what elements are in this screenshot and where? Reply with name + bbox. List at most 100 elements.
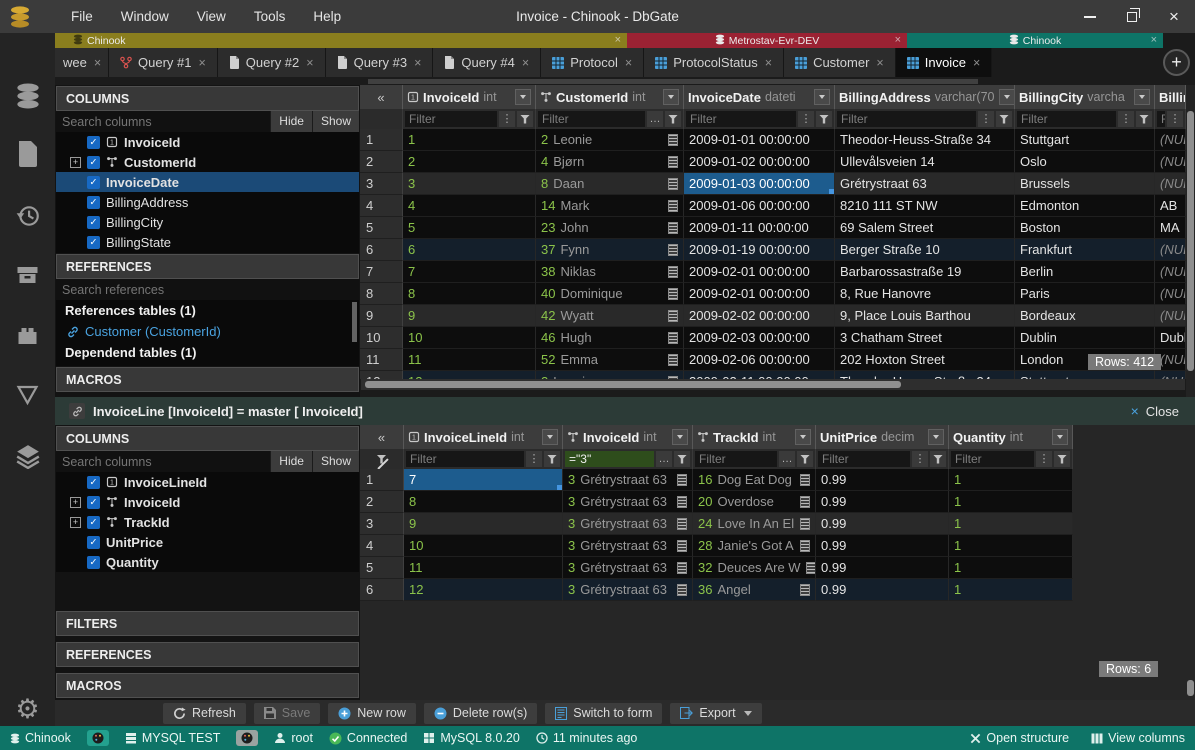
grid-cell[interactable]: 46Hugh [536, 327, 684, 349]
menu-help[interactable]: Help [299, 0, 355, 33]
grid-cell[interactable]: Edmonton [1015, 195, 1155, 217]
close-tab-icon[interactable]: × [198, 56, 205, 70]
filter-menu-icon[interactable]: … [647, 111, 663, 127]
grid-cell[interactable]: Dublin [1155, 327, 1186, 349]
grid-cell[interactable]: 10 [404, 535, 563, 557]
column-header-invoiceid[interactable]: 1 InvoiceId int [403, 85, 536, 109]
grid-cell[interactable]: 7 [404, 469, 563, 491]
filter-funnel-icon[interactable] [517, 111, 533, 127]
tab-protocol[interactable]: Protocol× [541, 48, 644, 77]
grid-cell[interactable]: 1 [949, 513, 1073, 535]
column-menu-button[interactable] [672, 429, 688, 445]
grid-cell[interactable]: 1 [949, 535, 1073, 557]
master-horizontal-scrollbar[interactable] [361, 379, 1185, 390]
menu-file[interactable]: File [57, 0, 107, 33]
grid-cell[interactable]: 3Grétrystraat 63 [563, 579, 693, 601]
grid-cell[interactable]: Berger Straße 10 [835, 239, 1015, 261]
open-reference-icon[interactable] [800, 584, 810, 596]
search-references-input[interactable] [56, 279, 359, 300]
close-tab-icon[interactable]: × [625, 56, 632, 70]
nav-databases-icon[interactable] [0, 83, 55, 109]
table-row[interactable]: 173Grétrystraat 6316Dog Eat Dog0.991 [360, 469, 1073, 491]
column-checkbox[interactable]: ✓ [87, 176, 100, 189]
table-row[interactable]: 283Grétrystraat 6320Overdose0.991 [360, 491, 1073, 513]
filter-funnel-icon[interactable] [544, 451, 560, 467]
grid-cell[interactable]: (NULL) [1155, 261, 1186, 283]
grid-cell[interactable]: (NULL) [1155, 239, 1186, 261]
filter-menu-icon[interactable]: ⋮ [1167, 111, 1183, 127]
open-reference-icon[interactable] [668, 178, 678, 190]
column-list-item-unitprice[interactable]: + ✓ UnitPrice [56, 532, 359, 552]
grid-cell[interactable]: 9, Place Louis Barthou [835, 305, 1015, 327]
row-number[interactable]: 6 [360, 239, 403, 261]
open-reference-icon[interactable] [668, 332, 678, 344]
table-row[interactable]: 4414Mark2009-01-06 00:00:008210 111 ST N… [360, 195, 1186, 217]
grid-cell[interactable]: 1 [949, 469, 1073, 491]
export-button[interactable]: Export [670, 703, 761, 724]
grid-cell[interactable]: 8Daan [536, 173, 684, 195]
column-header-billingaddress[interactable]: BillingAddress varchar(70 [835, 85, 1015, 109]
close-tab-icon[interactable]: × [973, 56, 980, 70]
grid-cell[interactable]: Bordeaux [1015, 305, 1155, 327]
tab-group-1[interactable]: Metrostav-Evr-DEV × [627, 33, 907, 48]
grid-cell[interactable]: 10 [403, 327, 536, 349]
grid-cell[interactable]: 202 Hoxton Street [835, 349, 1015, 371]
open-reference-icon[interactable] [668, 266, 678, 278]
grid-cell[interactable]: 0.99 [816, 579, 949, 601]
grid-cell[interactable]: 28Janie's Got A [693, 535, 816, 557]
grid-cell[interactable]: 2009-02-01 00:00:00 [684, 283, 835, 305]
nav-layers-icon[interactable] [0, 443, 55, 469]
tab-group-2[interactable]: Chinook × [907, 33, 1163, 48]
column-list-item-billingaddress[interactable]: + ✓ BillingAddress [56, 192, 359, 212]
grid-cell[interactable]: 3Grétrystraat 63 [563, 513, 693, 535]
status-11-minutes-ago[interactable]: 11 minutes ago [536, 731, 638, 745]
grid-cell[interactable]: 14Mark [536, 195, 684, 217]
grid-cell[interactable]: (NULL) [1155, 173, 1186, 195]
grid-cell[interactable]: 7 [403, 261, 536, 283]
filter-funnel-icon[interactable] [930, 451, 946, 467]
tab-query-4[interactable]: Query #4× [433, 48, 541, 77]
grid-cell[interactable]: Dublin [1015, 327, 1155, 349]
grid-cell[interactable]: Ullevålsveien 14 [835, 151, 1015, 173]
grid-cell[interactable]: 3Grétrystraat 63 [563, 535, 693, 557]
grid-cell[interactable]: 2009-01-02 00:00:00 [684, 151, 835, 173]
table-row[interactable]: 8840Dominique2009-02-01 00:00:008, Rue H… [360, 283, 1186, 305]
grid-cell[interactable]: 4Bjørn [536, 151, 684, 173]
tab-invoice[interactable]: Invoice× [896, 48, 993, 77]
open-reference-icon[interactable] [800, 540, 810, 552]
collapse-left-panel-button[interactable]: « [360, 85, 403, 109]
grid-cell[interactable]: 37Fynn [536, 239, 684, 261]
row-number[interactable]: 4 [360, 535, 404, 557]
grid-cell[interactable]: 42Wyatt [536, 305, 684, 327]
table-row[interactable]: 4103Grétrystraat 6328Janie's Got A0.991 [360, 535, 1073, 557]
status-view-columns[interactable]: View columns [1091, 731, 1185, 745]
grid-cell[interactable]: 2009-01-11 00:00:00 [684, 217, 835, 239]
tab-query-3[interactable]: Query #3× [326, 48, 434, 77]
grid-cell[interactable]: 2009-02-01 00:00:00 [684, 261, 835, 283]
table-row[interactable]: 338Daan2009-01-03 00:00:00Grétrystraat 6… [360, 173, 1186, 195]
grid-cell[interactable]: 3Grétrystraat 63 [563, 491, 693, 513]
filter-input-trackid[interactable]: Filter [695, 451, 777, 467]
grid-cell[interactable]: 3 [403, 173, 536, 195]
close-tab-icon[interactable]: × [414, 56, 421, 70]
column-list-item-customerid[interactable]: + ✓ CustomerId [56, 152, 359, 172]
status-open-structure[interactable]: Open structure [970, 731, 1069, 745]
open-reference-icon[interactable] [668, 156, 678, 168]
grid-cell[interactable]: 1 [403, 129, 536, 151]
row-number[interactable]: 5 [360, 217, 403, 239]
grid-cell[interactable]: 0.99 [816, 535, 949, 557]
close-tab-icon[interactable]: × [876, 56, 883, 70]
tab-query-2[interactable]: Query #2× [218, 48, 326, 77]
open-reference-icon[interactable] [668, 222, 678, 234]
row-number[interactable]: 8 [360, 283, 403, 305]
filter-menu-icon[interactable]: ⋮ [1118, 111, 1134, 127]
grid-cell[interactable]: 1 [949, 557, 1073, 579]
close-group-icon[interactable]: × [895, 33, 901, 48]
open-reference-icon[interactable] [668, 288, 678, 300]
open-reference-icon[interactable] [668, 354, 678, 366]
delete-row-s--button[interactable]: Delete row(s) [424, 703, 537, 724]
search-columns-input[interactable] [56, 111, 270, 132]
grid-cell[interactable]: 2009-01-03 00:00:00 [684, 173, 835, 195]
grid-cell[interactable]: 8, Rue Hanovre [835, 283, 1015, 305]
grid-cell[interactable]: 2009-02-02 00:00:00 [684, 305, 835, 327]
